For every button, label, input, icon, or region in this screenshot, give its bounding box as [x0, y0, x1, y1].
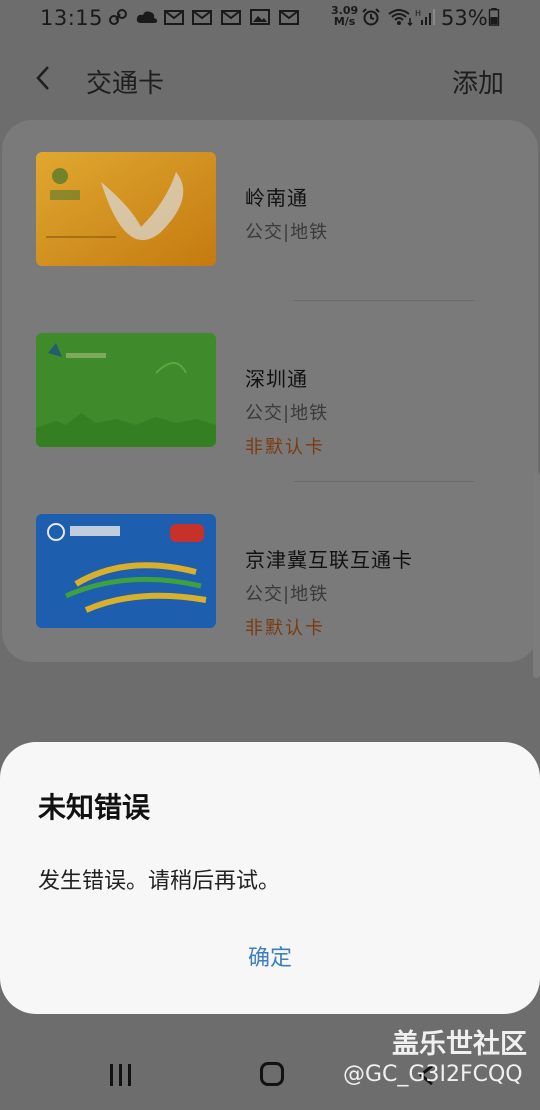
- speed-unit: M/s: [333, 15, 356, 28]
- non-default-label: 非默认卡: [245, 437, 325, 458]
- watermark-handle: @GC_G3I2FCQQ: [343, 1062, 523, 1087]
- mail-icon: [164, 10, 184, 25]
- card-type: 公交|地铁: [245, 222, 329, 243]
- network-speed: 3.09 M/s: [331, 5, 358, 27]
- mail-icon: [279, 10, 299, 25]
- cloud-icon: [136, 11, 158, 23]
- svg-text:H: H: [415, 9, 421, 18]
- card-type: 公交|地铁: [245, 584, 329, 605]
- lingnantong-card-image: [36, 152, 216, 266]
- recent-apps-icon[interactable]: [108, 1064, 134, 1086]
- non-default-label: 非默认卡: [245, 618, 325, 639]
- app-header: 交通卡 添加: [0, 45, 540, 115]
- card-item-shenzhen[interactable]: 深圳通 公交|地铁 非默认卡: [2, 301, 538, 482]
- battery-icon: [488, 8, 500, 26]
- alarm-icon: [362, 8, 380, 26]
- card-type: 公交|地铁: [245, 403, 329, 424]
- card-item-lingnan[interactable]: 岭南通 公交|地铁: [2, 120, 538, 301]
- dialog-title: 未知错误: [38, 791, 151, 824]
- mail-icon: [192, 10, 212, 25]
- watermark-title: 盖乐世社区: [392, 1029, 527, 1060]
- battery-percent: 53%: [441, 6, 488, 30]
- dialog-message: 发生错误。请稍后再试。: [38, 869, 281, 894]
- link-icon: [109, 9, 127, 25]
- scrollbar[interactable]: [533, 473, 540, 678]
- card-name: 京津冀互联互通卡: [245, 548, 413, 572]
- home-icon[interactable]: [260, 1062, 284, 1086]
- wifi-icon: [388, 9, 413, 26]
- status-time: 13:15: [40, 6, 104, 30]
- card-name: 深圳通: [245, 367, 308, 391]
- transit-card-list: 岭南通 公交|地铁 深圳通 公交|地铁 非默认卡 京津冀互联互通卡 公交|地铁 …: [2, 120, 538, 662]
- add-button[interactable]: 添加: [452, 63, 504, 100]
- jingjinji-card-image: [36, 514, 216, 628]
- page-title: 交通卡: [86, 69, 165, 99]
- status-bar: 13:15 3.09 M/s H 53%: [0, 0, 540, 38]
- shenzhentong-card-image: [36, 333, 216, 447]
- signal-icon: H: [415, 9, 435, 25]
- mail-icon: [221, 10, 241, 25]
- confirm-button[interactable]: 确定: [200, 940, 340, 976]
- image-icon: [250, 9, 270, 25]
- card-item-jingjinji[interactable]: 京津冀互联互通卡 公交|地铁 非默认卡: [2, 482, 538, 663]
- error-dialog: 未知错误 发生错误。请稍后再试。 确定: [0, 742, 540, 1014]
- card-name: 岭南通: [245, 186, 308, 210]
- back-arrow-icon[interactable]: [30, 61, 60, 95]
